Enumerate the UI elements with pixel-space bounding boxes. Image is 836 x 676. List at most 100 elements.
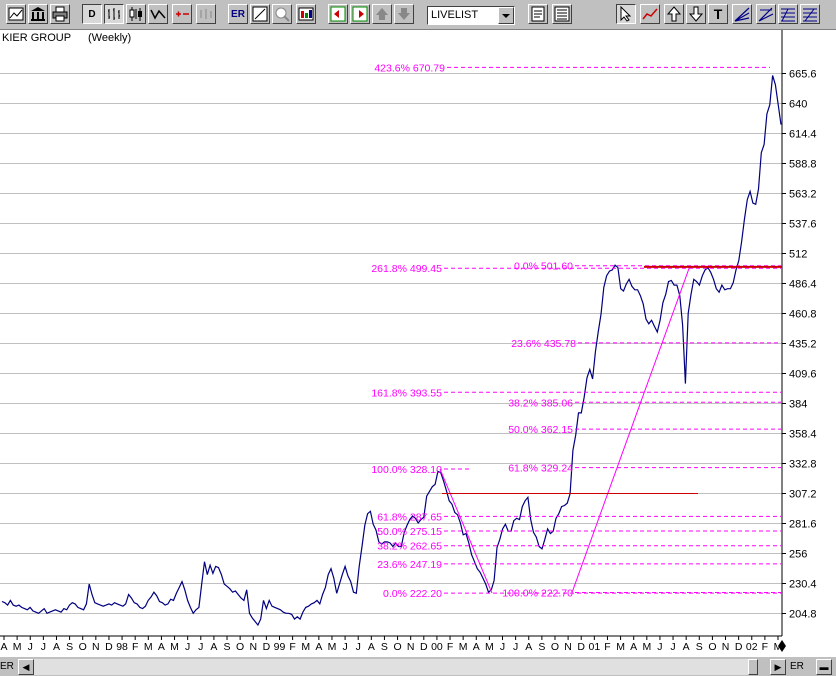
fib-level-label: 161.8% 393.55 (371, 387, 442, 399)
status-right-label: ER (790, 661, 804, 672)
x-tick-label: J (342, 641, 347, 653)
trend-icon[interactable] (640, 4, 660, 24)
settings-icon[interactable] (552, 4, 572, 24)
x-tick-label: S (696, 641, 703, 653)
fib-level-label: 100.0% 328.10 (371, 464, 442, 476)
fib-level-label: 23.6% 247.19 (377, 559, 442, 571)
y-tick-label: 614.4 (789, 129, 817, 141)
toolbar: D ER T LIVELIST (0, 0, 836, 30)
x-tick-label: 00 (431, 641, 443, 653)
x-tick-label: M (301, 641, 310, 653)
fib-level-label: 61.8% 329.24 (508, 463, 573, 475)
y-tick-label: 307.2 (789, 489, 817, 501)
fib-level-label: 50.0% 275.15 (377, 526, 442, 538)
text-icon[interactable]: T (708, 4, 728, 24)
candle-icon[interactable] (126, 4, 146, 24)
x-tick-label: F (447, 641, 453, 653)
arrow-left-icon[interactable] (328, 4, 348, 24)
scroll-thumb[interactable] (748, 659, 758, 675)
list-select-value: LIVELIST (431, 9, 479, 21)
x-tick-label: J (500, 641, 505, 653)
color-icon[interactable] (296, 4, 316, 24)
bar-chart-icon[interactable] (104, 4, 124, 24)
y-tick-label: 665.6 (789, 69, 817, 81)
arrow-right-icon[interactable] (350, 4, 370, 24)
fib-level-label: 100.0% 222.70 (502, 588, 573, 600)
plus-minus-icon[interactable] (172, 4, 192, 24)
scroll-right-icon[interactable]: ▶ (770, 659, 786, 675)
x-tick-label: S (538, 641, 545, 653)
x-tick-label: A (158, 641, 165, 653)
y-tick-label: 204.8 (789, 609, 817, 621)
x-tick-label: O (236, 641, 244, 653)
fib-level-label: 23.6% 435.78 (511, 338, 576, 350)
fib-level-label: 50.0% 362.15 (508, 424, 573, 436)
zoom-icon[interactable] (272, 4, 292, 24)
x-tick-label: J (185, 641, 190, 653)
fib-retrace-icon[interactable] (778, 4, 798, 24)
window-control-button[interactable]: ▬ (816, 659, 832, 675)
x-tick-label: J (41, 641, 46, 653)
down-lock-icon[interactable] (394, 4, 414, 24)
x-tick-label: J (28, 641, 33, 653)
x-tick-label: F (604, 641, 610, 653)
x-tick-label: A (0, 641, 7, 653)
x-tick-label: A (53, 641, 60, 653)
x-tick-label: D (420, 641, 428, 653)
fib-level-label: 38.2% 385.06 (508, 397, 573, 409)
x-tick-label: A (210, 641, 217, 653)
save-icon[interactable] (528, 4, 548, 24)
y-tick-label: 256 (789, 549, 807, 561)
x-tick-label: O (551, 641, 559, 653)
x-tick-label: D (735, 641, 743, 653)
scroll-track[interactable] (34, 659, 748, 675)
fib-level-label: 61.8% 287.65 (377, 511, 442, 523)
fib-level-label: 0.0% 501.60 (514, 261, 573, 273)
x-tick-label: J (198, 641, 203, 653)
y-tick-label: 435.2 (789, 339, 817, 351)
x-tick-label: N (249, 641, 257, 653)
x-tick-label: S (381, 641, 388, 653)
x-tick-label: A (630, 641, 637, 653)
x-tick-label: O (79, 641, 87, 653)
x-tick-label: A (683, 641, 690, 653)
x-tick-label: D (263, 641, 271, 653)
arrow-down-icon[interactable] (686, 4, 706, 24)
chart-icon[interactable] (6, 4, 26, 24)
y-tick-label: 460.8 (789, 309, 817, 321)
x-tick-label: J (670, 641, 675, 653)
y-tick-label: 230.4 (789, 579, 817, 591)
bank-icon[interactable] (28, 4, 48, 24)
arrow-up-icon[interactable] (664, 4, 684, 24)
line-icon[interactable] (148, 4, 168, 24)
fib-level-label: 38.2% 262.65 (377, 541, 442, 553)
scroll-left-icon[interactable]: ◀ (18, 659, 34, 675)
x-tick-label: 02 (746, 641, 758, 653)
scatter-icon[interactable] (196, 4, 216, 24)
grid-icon[interactable] (250, 4, 270, 24)
x-tick-label: S (224, 641, 231, 653)
daily-weekly-icon[interactable]: D (82, 4, 102, 24)
er-button[interactable]: ER (228, 4, 248, 24)
fan-icon[interactable] (732, 4, 752, 24)
x-tick-label: N (722, 641, 730, 653)
list-select[interactable]: LIVELIST (427, 6, 515, 25)
x-tick-label: A (525, 641, 532, 653)
y-tick-label: 537.6 (789, 219, 817, 231)
x-tick-label: J (356, 641, 361, 653)
x-tick-label: N (564, 641, 572, 653)
cursor-icon[interactable] (616, 4, 636, 24)
fib-ext-icon[interactable] (800, 4, 820, 24)
print-icon[interactable] (50, 4, 70, 24)
up-lock-icon[interactable] (372, 4, 392, 24)
chevron-down-icon[interactable] (498, 7, 514, 24)
y-tick-label: 640 (789, 99, 807, 111)
x-tick-label: F (762, 641, 768, 653)
x-tick-label: F (132, 641, 138, 653)
price-chart[interactable]: 665.6 640 614.4 588.8 563.2 537.6 512 486.4 460.… (0, 30, 836, 656)
x-tick-label: N (92, 641, 100, 653)
x-tick-label: J (657, 641, 662, 653)
y-tick-label: 588.8 (789, 159, 817, 171)
y-tick-label: 409.6 (789, 369, 817, 381)
fib-icon[interactable] (756, 4, 776, 24)
